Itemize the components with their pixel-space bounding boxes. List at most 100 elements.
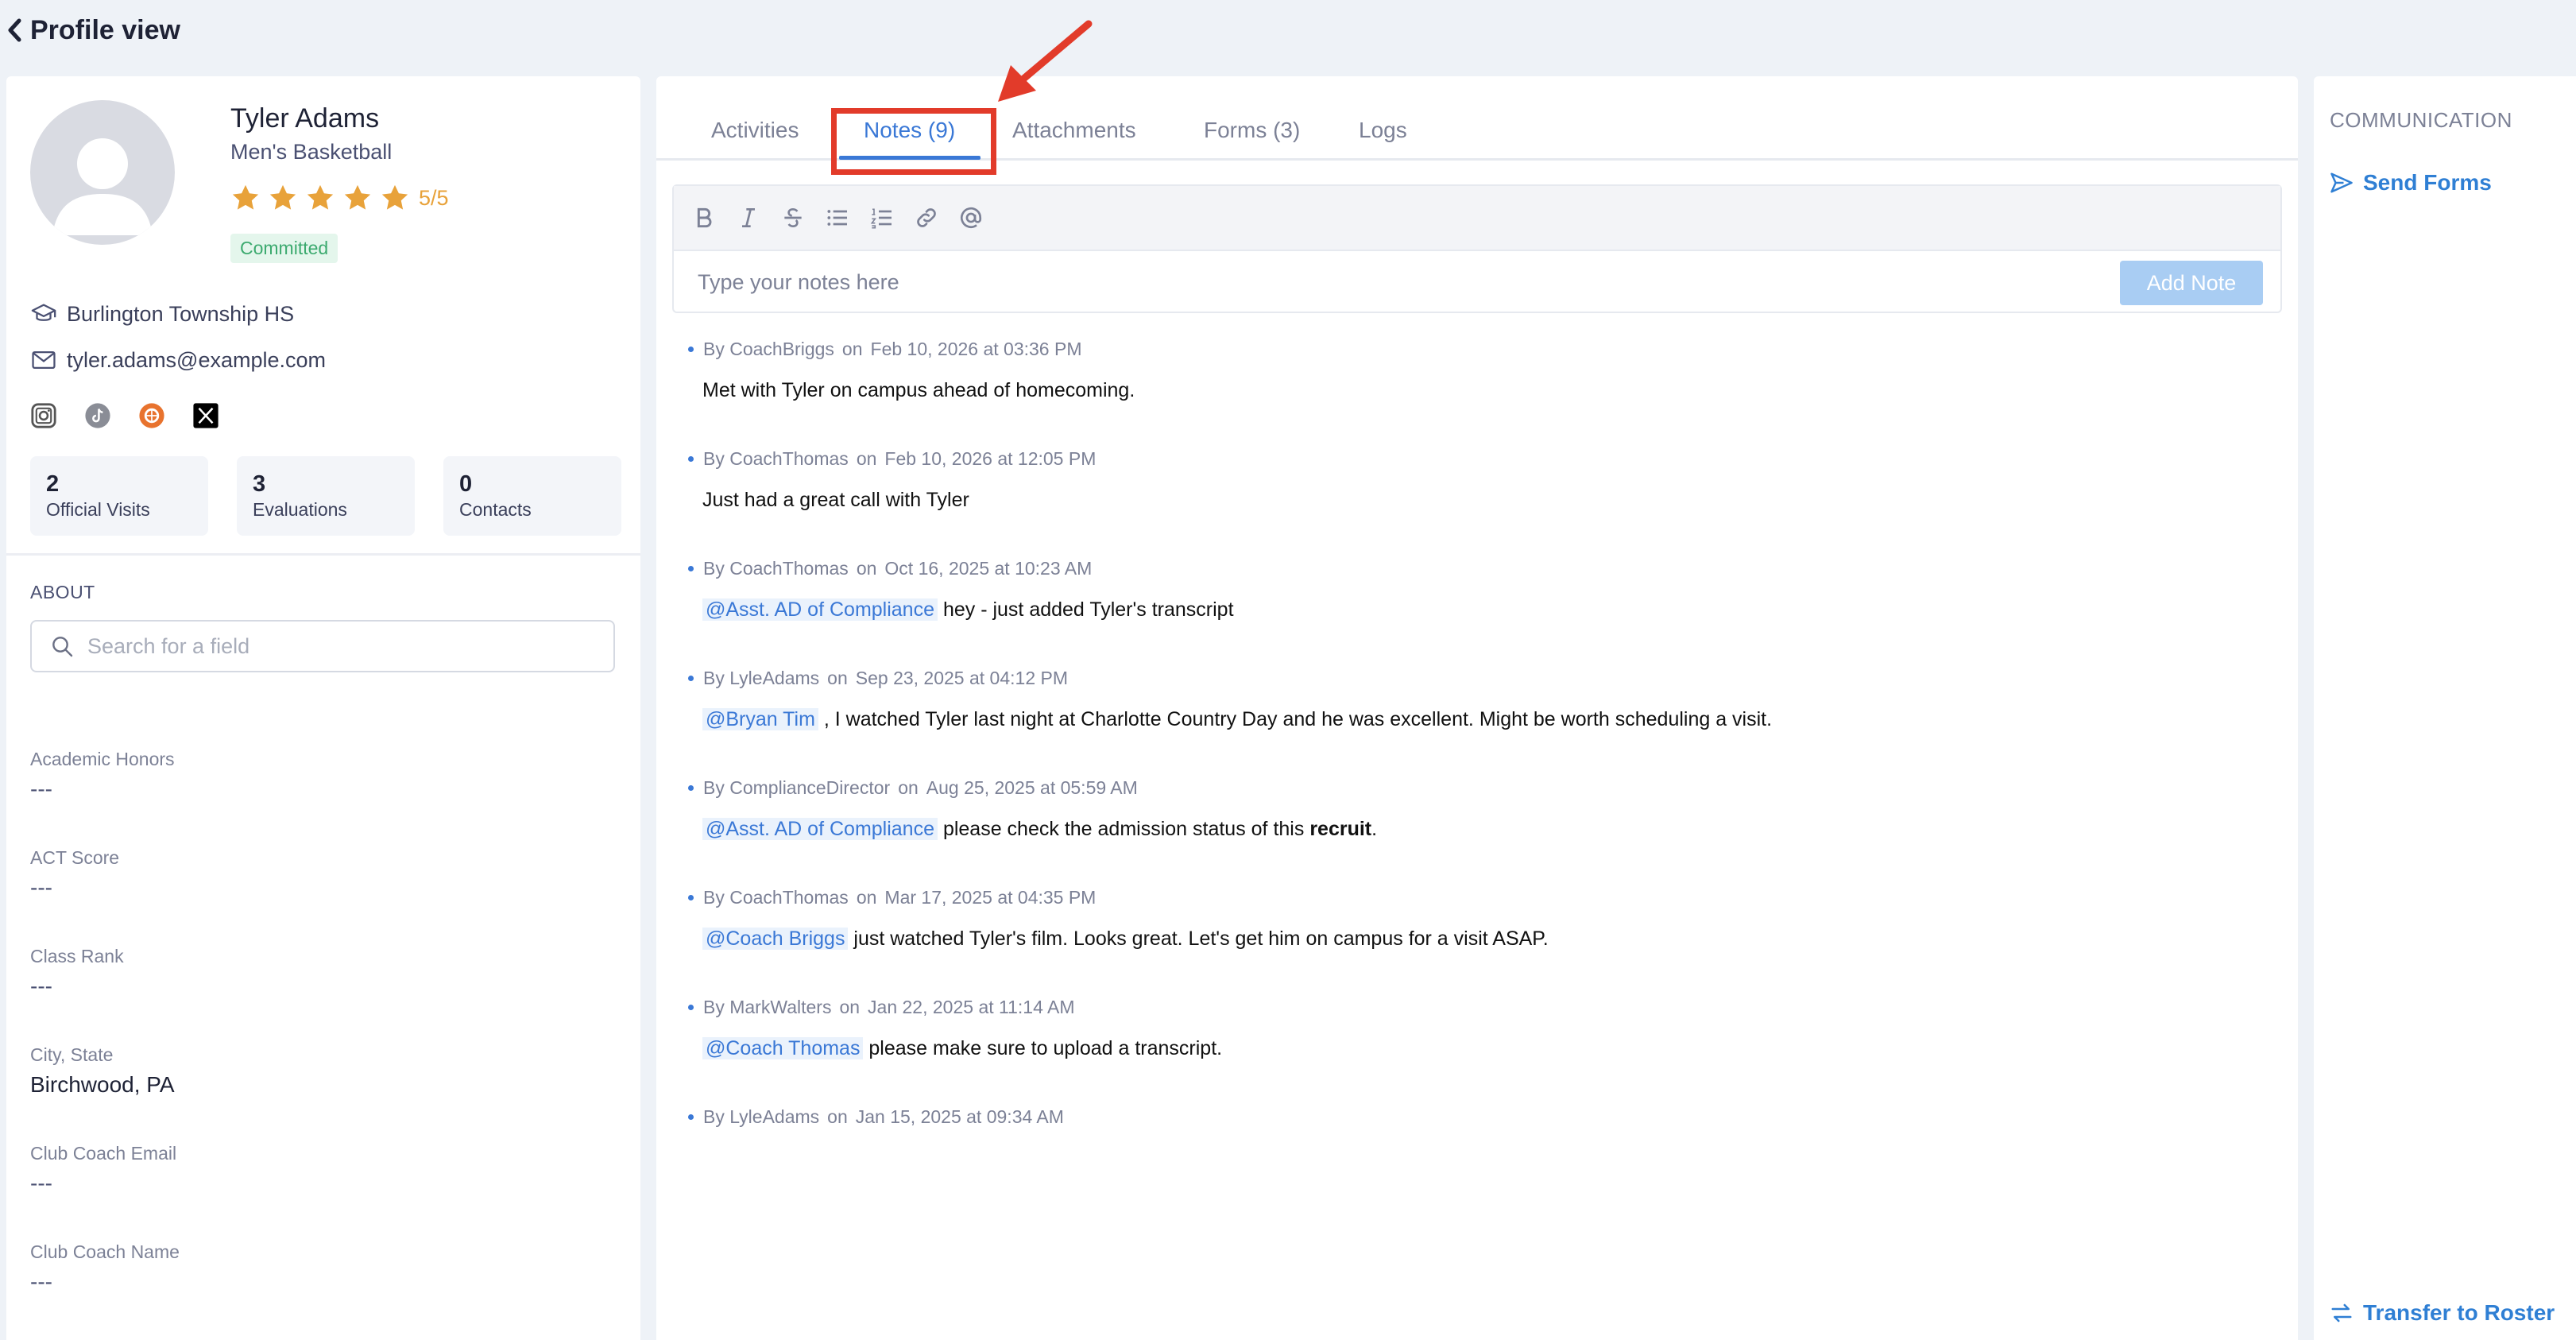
default-avatar-icon — [52, 138, 153, 235]
field-act-score: ACT Score --- — [30, 847, 120, 900]
profile-panel: Tyler Adams Men's Basketball 5/5 Committ… — [6, 76, 640, 1340]
bullet-dot-icon — [688, 1114, 694, 1120]
transfer-to-roster-button[interactable]: Transfer to Roster — [2330, 1300, 2555, 1326]
stats-row: 2 Official Visits 3 Evaluations 0 Contac… — [30, 456, 640, 536]
star-icon — [381, 184, 408, 210]
note-bold-text: recruit — [1309, 818, 1372, 840]
note-meta: By MarkWalters on Jan 22, 2025 at 11:14 AM — [688, 997, 2261, 1018]
mention-tag[interactable]: @Asst. AD of Compliance — [702, 818, 938, 840]
transfer-label: Transfer to Roster — [2363, 1300, 2555, 1325]
note-meta: By CoachThomas on Feb 10, 2026 at 12:05 PM — [688, 448, 2261, 470]
avatar — [30, 100, 175, 245]
search-icon — [52, 637, 73, 657]
send-forms-label: Send Forms — [2363, 170, 2492, 195]
back-chevron-icon[interactable] — [5, 17, 24, 44]
note-editor: Add Note — [672, 184, 2282, 313]
note-on: on — [856, 448, 877, 469]
note-author: By CoachThomas — [703, 887, 849, 908]
note-date: Sep 23, 2025 at 04:12 PM — [855, 668, 1069, 688]
field-city-state: City, State Birchwood, PA — [30, 1044, 175, 1097]
note-body: @Coach Briggs just watched Tyler's film.… — [688, 928, 2261, 951]
note-text: Just had a great call with Tyler — [702, 489, 969, 511]
note-date: Jan 22, 2025 at 11:14 AM — [868, 997, 1075, 1017]
notes-list: By CoachBriggs on Feb 10, 2026 at 03:36 PM… — [688, 339, 2261, 1174]
note-text: , I watched Tyler last night at Charlott… — [818, 708, 1773, 730]
send-icon — [2330, 172, 2353, 193]
note-body: @Asst. AD of Compliance hey - just added… — [688, 598, 2261, 622]
note-author: By CoachThomas — [703, 558, 849, 579]
tab-logs[interactable]: Logs — [1359, 118, 1407, 143]
x-icon[interactable] — [192, 402, 219, 429]
note-meta: By CoachThomas on Oct 16, 2025 at 10:23 AM — [688, 558, 2261, 579]
note-body: Met with Tyler on campus ahead of homeco… — [688, 379, 2261, 402]
tab-forms[interactable]: Forms (3) — [1204, 118, 1300, 143]
mail-icon — [32, 350, 56, 370]
tiktok-icon[interactable] — [84, 402, 111, 429]
note-on: on — [841, 339, 863, 359]
star-icon — [232, 184, 259, 210]
tab-activities[interactable]: Activities — [711, 118, 799, 143]
note-date: Aug 25, 2025 at 05:59 AM — [926, 777, 1138, 798]
link-icon[interactable] — [911, 202, 942, 234]
editor-toolbar — [674, 186, 2280, 251]
school-row: Burlington Township HS — [30, 300, 294, 327]
star-rating: 5/5 — [230, 183, 449, 213]
transfer-icon — [2331, 1303, 2352, 1323]
add-note-button[interactable]: Add Note — [2120, 261, 2263, 305]
stat-contacts: 0 Contacts — [443, 456, 621, 536]
italic-icon[interactable] — [733, 202, 764, 234]
numbered-list-icon[interactable] — [866, 202, 898, 234]
bullet-dot-icon — [688, 566, 694, 571]
note-date: Jan 15, 2025 at 09:34 AM — [855, 1106, 1064, 1127]
note-author: By CoachBriggs — [703, 339, 834, 359]
school-name: Burlington Township HS — [67, 301, 295, 326]
note-item: By CoachThomas on Oct 16, 2025 at 10:23 AM… — [688, 558, 2261, 622]
divider — [6, 553, 640, 556]
social-links — [30, 402, 246, 429]
page-title: Profile view — [30, 14, 180, 45]
mention-tag[interactable]: @Bryan Tim — [702, 708, 818, 730]
strikethrough-icon[interactable] — [777, 202, 809, 234]
hudl-icon[interactable] — [138, 402, 165, 429]
bullet-dot-icon — [688, 895, 694, 900]
status-badge: Committed — [230, 234, 338, 263]
note-date: Feb 10, 2026 at 12:05 PM — [884, 448, 1097, 469]
note-body: @Coach Thomas please make sure to upload… — [688, 1037, 2261, 1060]
field-club-coach-name: Club Coach Name --- — [30, 1241, 180, 1294]
star-icon — [307, 184, 334, 210]
note-meta: By LyleAdams on Sep 23, 2025 at 04:12 PM — [688, 668, 2261, 689]
profile-name: Tyler Adams — [230, 103, 380, 134]
pointer-arrow-icon — [998, 20, 1093, 102]
note-body: @Asst. AD of Compliance please check the… — [688, 818, 2261, 841]
note-meta: By ComplianceDirector on Aug 25, 2025 at 0… — [688, 777, 2261, 799]
mention-icon[interactable] — [955, 202, 987, 234]
note-item: By LyleAdams on Jan 15, 2025 at 09:34 AM — [688, 1106, 2261, 1128]
page-header: Profile view — [0, 0, 2576, 60]
bullet-list-icon[interactable] — [822, 202, 853, 234]
send-forms-button[interactable]: Send Forms — [2330, 170, 2492, 196]
bold-icon[interactable] — [688, 202, 720, 234]
profile-sport: Men's Basketball — [230, 140, 393, 164]
search-input[interactable] — [87, 633, 596, 659]
note-item: By LyleAdams on Sep 23, 2025 at 04:12 PM @B… — [688, 668, 2261, 731]
mention-tag[interactable]: @Asst. AD of Compliance — [702, 598, 938, 621]
graduation-cap-icon — [31, 304, 56, 321]
note-on: on — [898, 777, 919, 798]
communication-heading: COMMUNICATION — [2330, 108, 2512, 132]
mention-tag[interactable]: @Coach Briggs — [702, 928, 849, 950]
bullet-dot-icon — [688, 456, 694, 462]
note-on: on — [827, 1106, 848, 1127]
tab-attachments[interactable]: Attachments — [1012, 118, 1136, 143]
note-on: on — [856, 558, 877, 579]
note-date: Feb 10, 2026 at 03:36 PM — [870, 339, 1082, 359]
note-author: By CoachThomas — [703, 448, 849, 469]
note-input[interactable] — [698, 269, 2048, 295]
note-item: By CoachBriggs on Feb 10, 2026 at 03:36 PM… — [688, 339, 2261, 402]
instagram-icon[interactable] — [30, 402, 57, 429]
note-text: please check the admission status of thi… — [938, 818, 1310, 840]
note-on: on — [839, 997, 861, 1017]
field-club-coach-email: Club Coach Email --- — [30, 1143, 177, 1195]
email-address[interactable]: tyler.adams@example.com — [67, 348, 326, 373]
note-input-row: Add Note — [674, 251, 2280, 313]
mention-tag[interactable]: @Coach Thomas — [702, 1037, 864, 1059]
